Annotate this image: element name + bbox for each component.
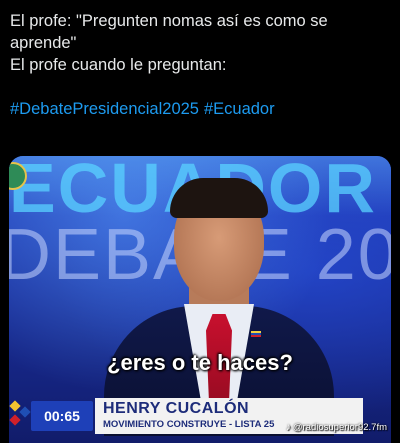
hashtag-debate[interactable]: #DebatePresidencial2025 — [10, 100, 199, 118]
presenter-hair — [170, 178, 268, 218]
video-subtitle: ¿eres o te haces? — [107, 350, 293, 375]
post-line-1: El profe: "Pregunten nomas así es como s… — [10, 12, 328, 30]
watermark-handle: @radiosuperior92.7fm — [292, 422, 387, 433]
tiktok-watermark: ♪ @radiosuperior92.7fm — [286, 422, 387, 433]
speaker-name: HENRY CUCALÓN — [103, 400, 250, 417]
ecuador-emblem-icon — [9, 400, 31, 428]
speaker-party: MOVIMIENTO CONSTRUYE - LISTA 25 — [103, 419, 275, 430]
post-line-3: El profe cuando le preguntan: — [10, 56, 227, 74]
tiktok-icon: ♪ — [285, 422, 291, 433]
post-line-2: aprende" — [10, 34, 77, 52]
hashtags: #DebatePresidencial2025 #Ecuador — [10, 98, 395, 120]
countdown-timer: 00:65 — [31, 401, 93, 431]
presenter-figure — [104, 176, 334, 436]
flag-pin-icon — [251, 331, 261, 337]
post-text: El profe: "Pregunten nomas así es como s… — [10, 10, 395, 120]
hashtag-ecuador[interactable]: #Ecuador — [204, 100, 275, 118]
video-media[interactable]: ECUADOR DEBATE 2025 ¿eres o te haces? 00… — [9, 156, 391, 443]
